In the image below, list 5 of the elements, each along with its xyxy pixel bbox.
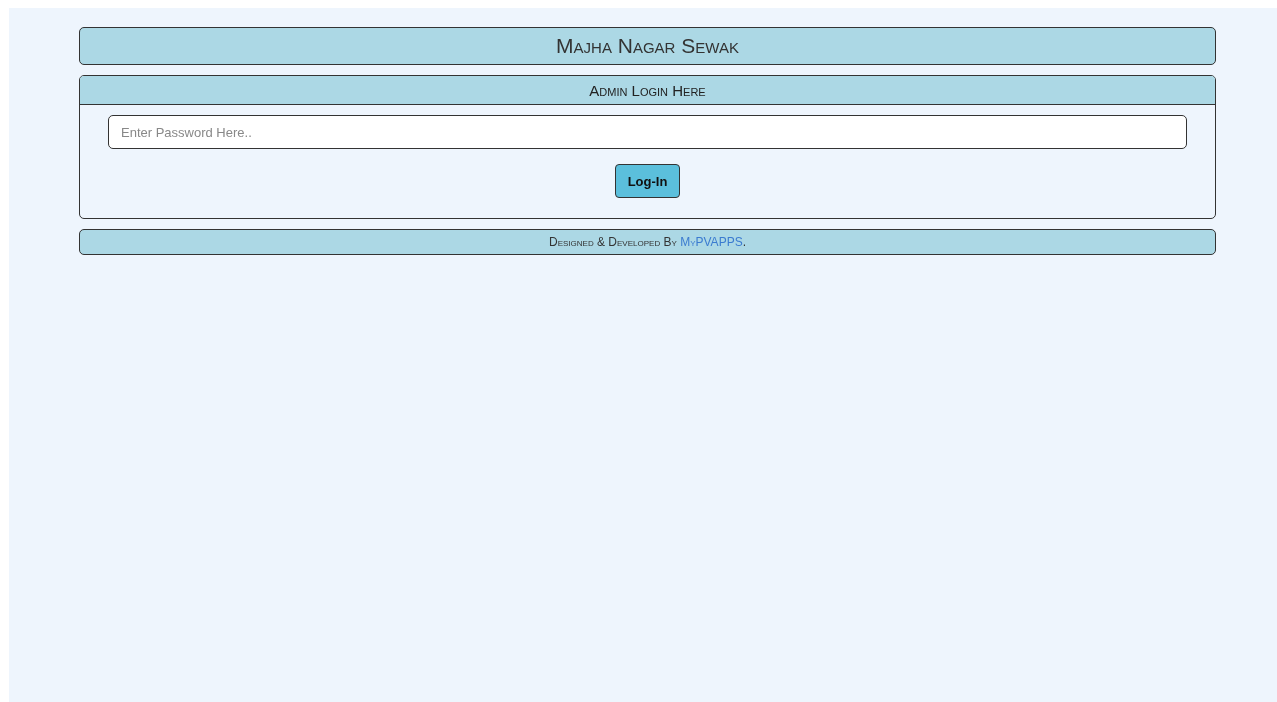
footer-credit: Designed & Developed By MyPVAPPS. bbox=[549, 235, 746, 249]
site-title: Majha Nagar Sewak bbox=[556, 34, 739, 58]
panel-title: Admin Login Here bbox=[589, 81, 706, 99]
password-field[interactable]: Enter Password Here.. bbox=[108, 115, 1187, 149]
login-button[interactable]: Log-In bbox=[614, 164, 681, 198]
